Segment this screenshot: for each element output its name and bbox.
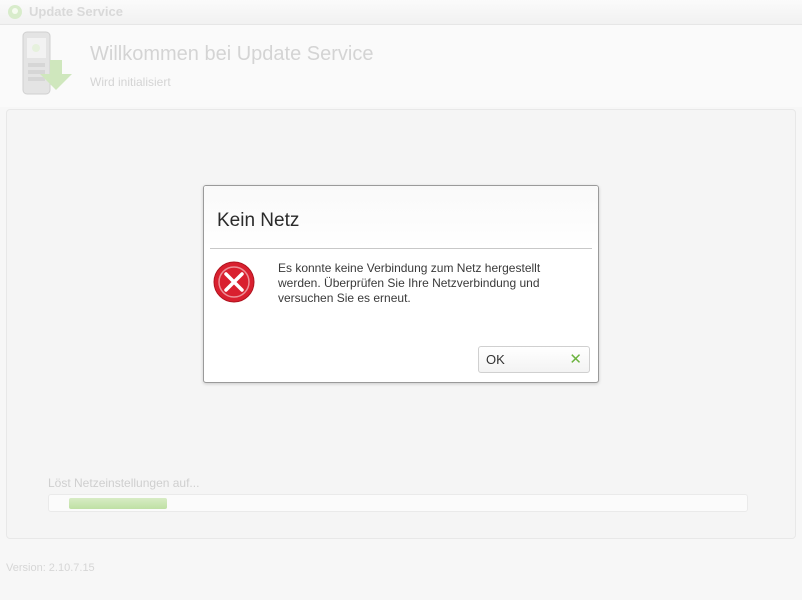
- phone-download-icon: [22, 31, 72, 95]
- ok-button-label: OK: [486, 352, 505, 367]
- window-title: Update Service: [29, 4, 123, 19]
- dialog-title: Kein Netz: [217, 210, 300, 231]
- app-logo-icon: [8, 5, 22, 19]
- dialog-divider: [210, 248, 592, 249]
- check-icon: ✕: [569, 350, 582, 368]
- header: [0, 25, 802, 107]
- dialog-header: Kein Netz: [204, 186, 598, 248]
- welcome-subtitle: Wird initialisiert: [90, 75, 171, 89]
- error-dialog: Kein Netz Es konnte keine Verbindung zum…: [203, 185, 599, 383]
- error-icon: [213, 261, 255, 303]
- dialog-message: Es konnte keine Verbindung zum Netz herg…: [278, 261, 541, 305]
- progress-bar: [48, 494, 748, 512]
- title-bar: Update Service: [0, 0, 802, 25]
- version-label: Version: 2.10.7.15: [6, 562, 95, 574]
- ok-button[interactable]: OK ✕: [478, 346, 590, 373]
- status-text: Löst Netzeinstellungen auf...: [48, 476, 200, 490]
- progress-fill: [69, 498, 167, 509]
- welcome-title: Willkommen bei Update Service: [90, 43, 374, 65]
